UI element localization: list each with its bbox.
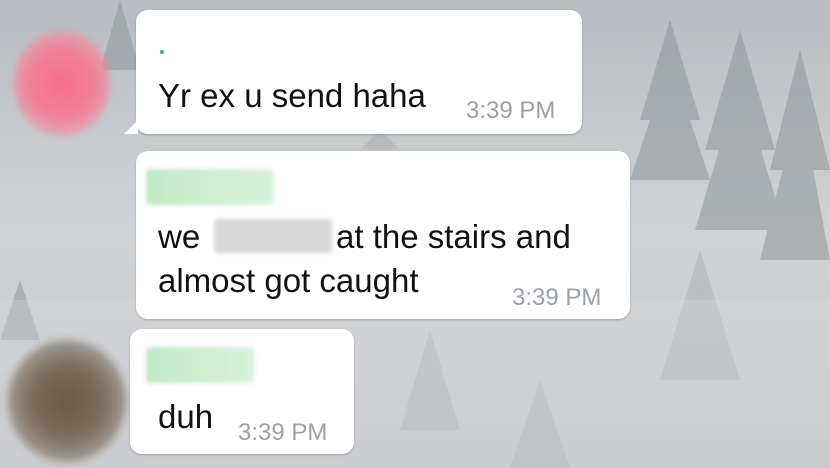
message-bubble[interactable]: duh 3:39 PM (130, 329, 354, 454)
redacted-sender-name (146, 347, 254, 383)
message-text: duh (158, 398, 214, 435)
sender-avatar[interactable] (8, 340, 126, 462)
message-timestamp: 3:39 PM (512, 284, 602, 311)
redacted-word (214, 219, 332, 253)
message-bubble[interactable]: we at the stairs and almost got caught 3… (136, 151, 630, 319)
redacted-sender-name (146, 169, 274, 205)
message-timestamp: 3:39 PM (238, 419, 328, 446)
message-timestamp: 3:39 PM (466, 97, 556, 124)
message-text: Yr ex u send haha (158, 77, 426, 114)
link-indicator-dot (160, 50, 164, 54)
message-text-part: at the stairs and (336, 218, 571, 255)
message-text-part: we (158, 218, 201, 255)
sender-avatar[interactable] (14, 30, 110, 136)
message-bubble[interactable]: Yr ex u send haha 3:39 PM (124, 10, 582, 134)
message-text-line: almost got caught (158, 262, 419, 299)
bubble-tail (124, 120, 138, 134)
